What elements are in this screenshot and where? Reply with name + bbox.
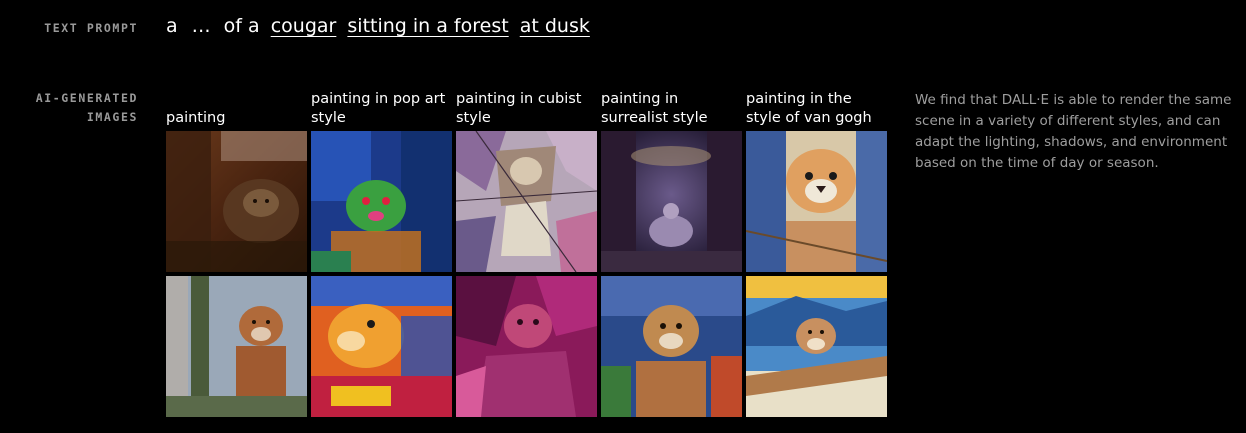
text-prompt: a … of a cougar sitting in a forest at dus… [166,13,590,39]
prompt-time-option[interactable]: at dusk [520,13,590,39]
prompt-setting-option[interactable]: sitting in a forest [347,13,508,39]
prompt-word-of-a: of a [223,15,260,37]
image-pop-art-1[interactable] [311,131,452,272]
cougar-cubist-image [456,131,597,272]
column-header-painting: painting [166,110,226,126]
column-header-surrealist: painting in surrealist style [601,91,708,126]
image-pop-art-2[interactable] [311,276,452,417]
cougar-van-gogh-image [746,131,887,272]
prompt-style-placeholder[interactable]: … [192,13,211,39]
cougar-pop-art-image [311,131,452,272]
image-painting-2[interactable] [166,276,307,417]
cougar-painting-image [166,131,307,272]
image-cubist-1[interactable] [456,131,597,272]
cougar-pop-art-image [311,276,452,417]
cougar-surrealist-image [601,276,742,417]
generated-images-grid: painting painting in pop art style paint… [166,90,887,417]
image-van-gogh-2[interactable] [746,276,887,417]
ai-generated-images-label: AI-GENERATED IMAGES [35,91,138,124]
image-surrealist-2[interactable] [601,276,742,417]
cougar-painting-image [166,276,307,417]
image-van-gogh-1[interactable] [746,131,887,272]
prompt-word-a: a [166,15,178,37]
column-header-pop-art: painting in pop art style [311,91,446,126]
image-surrealist-1[interactable] [601,131,742,272]
cougar-cubist-image [456,276,597,417]
image-painting-1[interactable] [166,131,307,272]
cougar-van-gogh-image [746,276,887,417]
column-header-cubist: painting in cubist style [456,91,582,126]
column-header-van-gogh: painting in the style of van gogh [746,91,872,126]
cougar-surrealist-image [601,131,742,272]
style-description: We find that DALL·E is able to render th… [915,92,1232,171]
prompt-subject-option[interactable]: cougar [271,13,337,39]
image-cubist-2[interactable] [456,276,597,417]
text-prompt-label: TEXT PROMPT [44,21,138,35]
